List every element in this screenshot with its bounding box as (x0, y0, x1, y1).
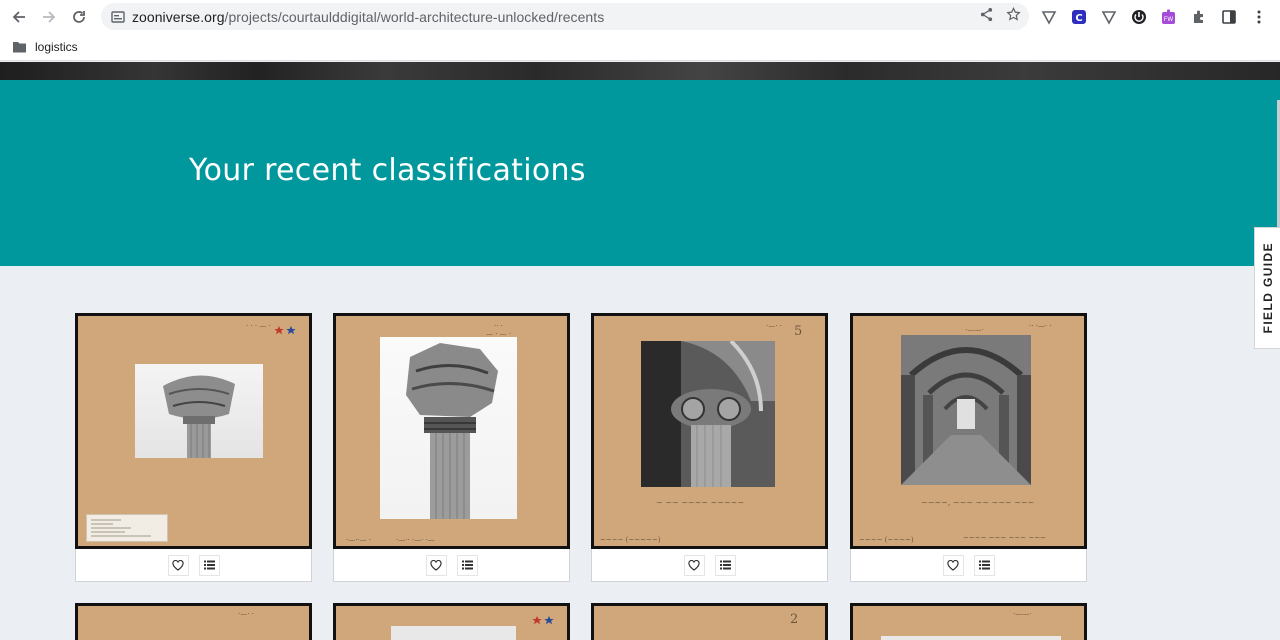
add-to-collection-button[interactable] (456, 554, 478, 576)
bookmark-label: logistics (35, 39, 78, 54)
puzzle-fw-icon[interactable]: FW (1158, 6, 1180, 28)
puzzle-icon[interactable] (1188, 6, 1210, 28)
subject-thumbnail[interactable]: ·—· · 5 ~ ~~ ~~~~ ~~~~~ ~~~~ (~~~~~) (591, 313, 828, 549)
favorite-button[interactable] (425, 554, 447, 576)
field-guide-tab[interactable]: FIELD GUIDE (1254, 227, 1280, 349)
menu-icon[interactable] (1248, 6, 1270, 28)
classification-card[interactable] (333, 603, 570, 640)
classification-card[interactable]: · · · — · (75, 313, 312, 582)
add-to-collection-button[interactable] (198, 554, 220, 576)
address-bar[interactable]: zooniverse.org/projects/courtaulddigital… (101, 3, 1029, 30)
heart-icon (688, 559, 700, 571)
reload-button[interactable] (64, 2, 94, 32)
favorite-button[interactable] (942, 554, 964, 576)
shield-outline-icon[interactable] (1098, 6, 1120, 28)
reload-icon (73, 10, 85, 23)
classification-card[interactable]: ·——· ·· ·—· · ~~~~, ~~~ ~~ ~~~ ~~~ ~~~~ … (850, 313, 1087, 582)
stars-icon (532, 616, 554, 625)
stars-icon (274, 326, 296, 335)
classification-card[interactable]: ·· · — · — · ·—··— · ·—·· ·—· ·— (333, 313, 570, 582)
arrow-left-icon (12, 10, 25, 23)
subject-thumbnail[interactable]: ·· · — · — · ·—··— · ·—·· ·—· ·— (333, 313, 570, 549)
arrow-right-icon (43, 10, 56, 23)
card-actions (75, 549, 312, 582)
field-guide-label: FIELD GUIDE (1260, 242, 1275, 334)
classification-card[interactable]: ·—· · 5 ~ ~~ ~~~~ ~~~~~ ~~~~ (~~~~~) (591, 313, 828, 582)
browser-toolbar: zooniverse.org/projects/courtaulddigital… (0, 0, 1280, 33)
star-bookmark-icon[interactable] (1006, 7, 1021, 22)
bookmark-folder-logistics[interactable]: logistics (12, 40, 78, 54)
subject-thumbnail[interactable]: ·——· ·· ·—· · ~~~~, ~~~ ~~ ~~~ ~~~ ~~~~ … (850, 313, 1087, 549)
page-title: Your recent classifications (189, 153, 586, 188)
favorite-button[interactable] (683, 554, 705, 576)
folder-icon (13, 41, 26, 52)
bookmarks-bar: logistics (0, 33, 1280, 61)
add-to-collection-button[interactable] (714, 554, 736, 576)
subject-photo (901, 335, 1031, 485)
card-actions (591, 549, 828, 582)
shield-icon[interactable] (1038, 6, 1060, 28)
archive-label-slip (86, 514, 168, 542)
heart-icon (172, 559, 184, 571)
power-icon[interactable] (1128, 6, 1150, 28)
heart-icon (430, 559, 442, 571)
subject-photo (135, 364, 263, 458)
card-actions (850, 549, 1087, 582)
back-button[interactable] (4, 2, 34, 32)
subject-photo (641, 341, 775, 487)
svg-text:C: C (1075, 13, 1082, 24)
header-image-strip (0, 62, 1280, 80)
subject-thumbnail[interactable]: · · · — · (75, 313, 312, 549)
subject-photo (380, 337, 517, 519)
hero-banner: Your recent classifications (0, 80, 1280, 266)
svg-text:FW: FW (1164, 16, 1173, 23)
favorite-button[interactable] (167, 554, 189, 576)
sidepanel-icon[interactable] (1218, 6, 1240, 28)
list-icon (719, 560, 731, 570)
classification-card[interactable]: ·——· (850, 603, 1087, 640)
list-icon (978, 560, 990, 570)
url-text[interactable]: zooniverse.org/projects/courtaulddigital… (132, 9, 604, 25)
classification-card[interactable]: ·—· · (75, 603, 312, 640)
extensions-bar: C FW (1038, 3, 1270, 30)
site-info-icon[interactable] (111, 10, 125, 24)
list-icon (203, 560, 215, 570)
add-to-collection-button[interactable] (973, 554, 995, 576)
c-extension-icon[interactable]: C (1068, 6, 1090, 28)
share-icon[interactable] (979, 7, 994, 22)
heart-icon (947, 559, 959, 571)
forward-button[interactable] (34, 2, 64, 32)
classification-card[interactable]: 2 (591, 603, 828, 640)
list-icon (461, 560, 473, 570)
card-actions (333, 549, 570, 582)
